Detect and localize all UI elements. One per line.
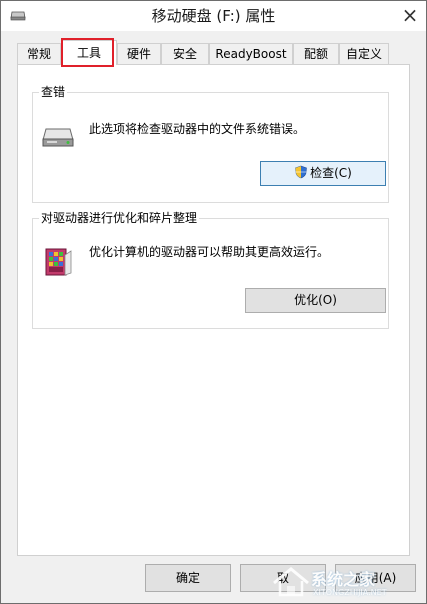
optimize-button[interactable]: 优化(O) — [245, 288, 386, 313]
tab-customize[interactable]: 自定义 — [339, 43, 389, 64]
drive-icon — [42, 128, 74, 147]
tab-quota[interactable]: 配额 — [293, 43, 339, 64]
tab-security[interactable]: 安全 — [161, 43, 209, 64]
uac-shield-icon — [295, 165, 307, 179]
check-button-label: 检查(C) — [310, 166, 352, 180]
error-check-description: 此选项将检查驱动器中的文件系统错误。 — [89, 122, 306, 136]
check-button[interactable]: 检查(C) — [260, 161, 386, 186]
optimize-group: 对驱动器进行优化和碎片整理 优化计算机的驱动器可以帮助其更高效运行。 优化(O) — [32, 211, 389, 329]
tab-general[interactable]: 常规 — [17, 43, 61, 64]
tab-readyboost[interactable]: ReadyBoost — [209, 43, 293, 64]
close-button[interactable]: × — [394, 1, 426, 29]
optimize-title: 对驱动器进行优化和碎片整理 — [39, 211, 200, 226]
title-bar[interactable]: 移动硬盘 (F:) 属性 × — [1, 1, 426, 31]
tab-hardware[interactable]: 硬件 — [117, 43, 161, 64]
error-check-group: 查错 此选项将检查驱动器中的文件系统错误。 检查(C) — [32, 85, 389, 203]
close-icon: × — [401, 3, 419, 27]
optimize-description: 优化计算机的驱动器可以帮助其更高效运行。 — [89, 245, 330, 259]
properties-window: 移动硬盘 (F:) 属性 × 常规 工具 硬件 安全 ReadyBoost 配额… — [0, 0, 427, 604]
window-title: 移动硬盘 (F:) 属性 — [151, 7, 276, 25]
cancel-button[interactable]: 取 — [240, 564, 326, 592]
error-check-title: 查错 — [39, 85, 68, 100]
tab-highlight-box — [61, 38, 114, 67]
tools-panel: 查错 此选项将检查驱动器中的文件系统错误。 检查(C) 对驱动器进行优化和碎片整… — [17, 64, 410, 556]
apply-button[interactable]: 应用(A) — [335, 564, 416, 592]
ok-button[interactable]: 确定 — [145, 564, 231, 592]
defrag-icon — [45, 248, 72, 276]
